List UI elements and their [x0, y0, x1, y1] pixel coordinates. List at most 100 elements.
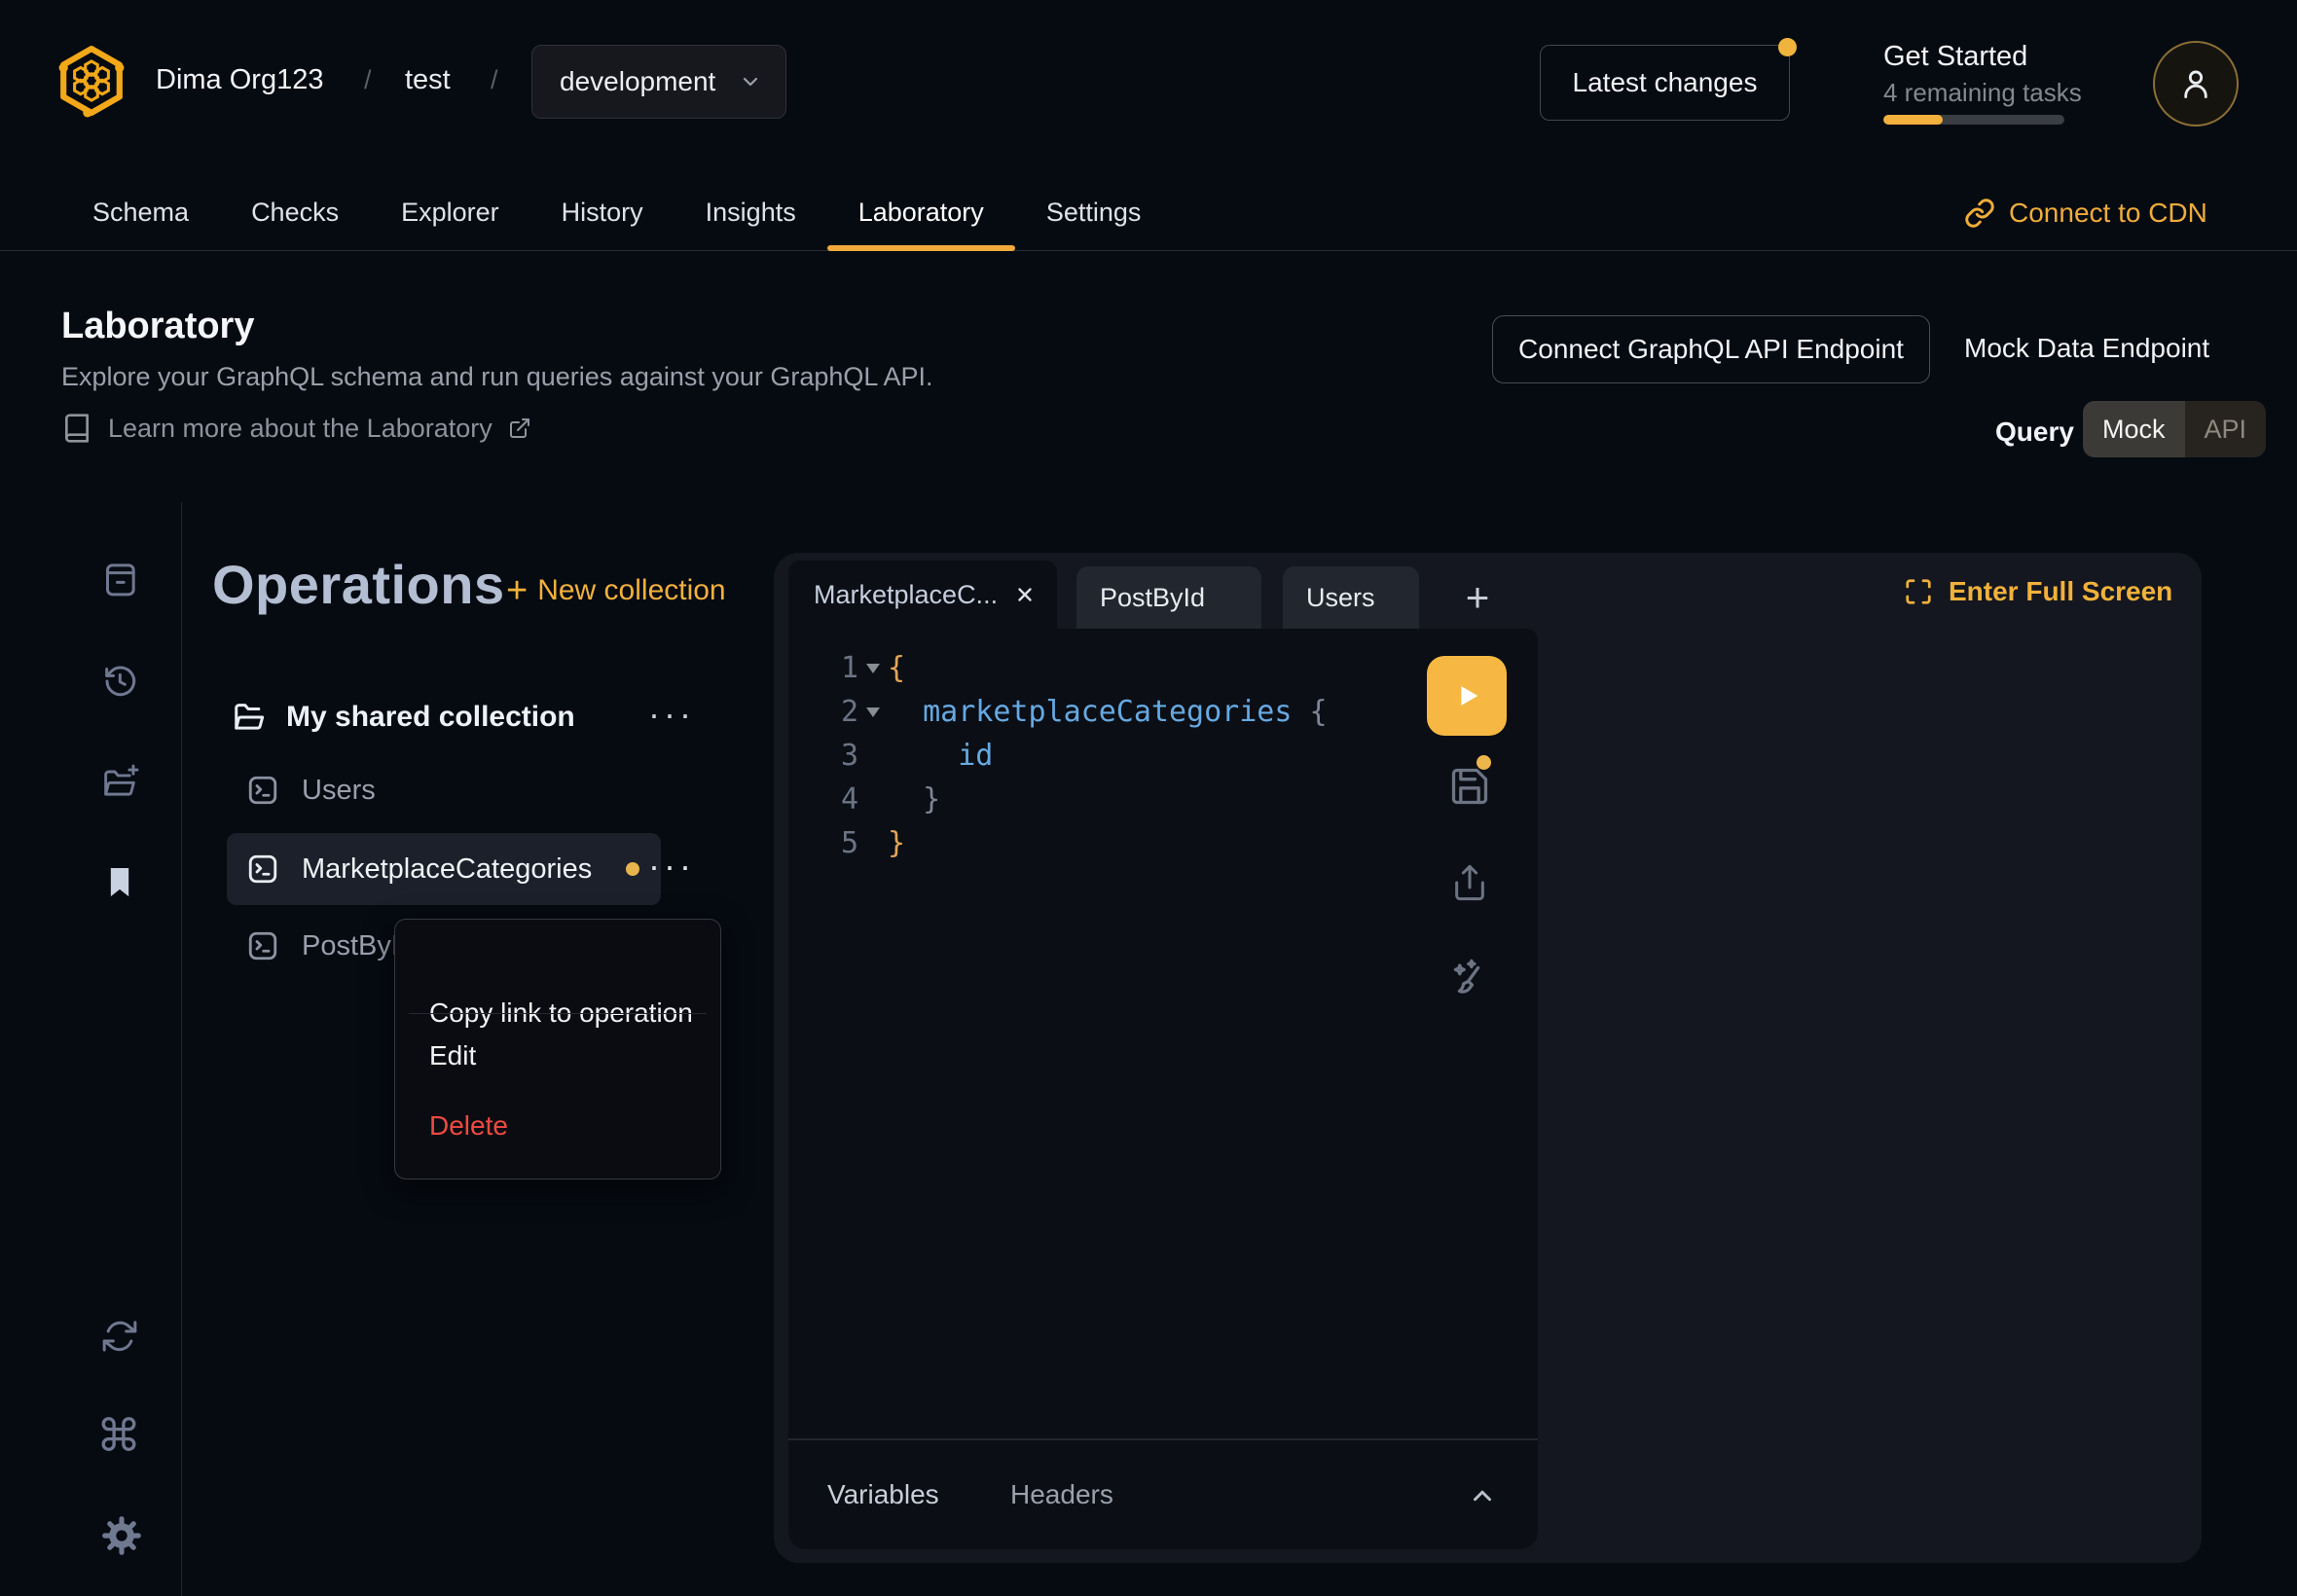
- operation-menu-button[interactable]: ···: [648, 849, 695, 884]
- play-icon: [1450, 679, 1483, 712]
- tab-laboratory[interactable]: Laboratory: [858, 175, 984, 251]
- menu-item-delete[interactable]: Delete: [429, 1110, 508, 1142]
- save-operation-button[interactable]: [1448, 765, 1491, 808]
- variables-tab[interactable]: Variables: [827, 1479, 939, 1510]
- toggle-option-mock[interactable]: Mock: [2083, 401, 2185, 457]
- saved-operations-icon[interactable]: [100, 863, 139, 902]
- operation-name: Users: [302, 775, 376, 807]
- collection-row[interactable]: My shared collection: [227, 681, 661, 753]
- page-title: Laboratory: [61, 306, 254, 347]
- collapse-panel-button[interactable]: [1468, 1481, 1497, 1510]
- line-number: 4: [788, 778, 858, 821]
- keyboard-shortcuts-icon[interactable]: ⌘: [96, 1409, 141, 1462]
- link-icon: [1964, 198, 1995, 229]
- code-token: id: [888, 739, 993, 773]
- tab-settings[interactable]: Settings: [1046, 175, 1142, 251]
- editor-tab-marketplace[interactable]: MarketplaceC...: [788, 561, 1057, 629]
- add-collection-icon[interactable]: [100, 762, 141, 803]
- connect-to-cdn-link[interactable]: Connect to CDN: [1964, 175, 2207, 251]
- latest-changes-label: Latest changes: [1573, 67, 1758, 98]
- editor-tab-label: MarketplaceC...: [814, 580, 998, 610]
- breadcrumb-graph[interactable]: test: [405, 64, 451, 96]
- documentation-icon[interactable]: [100, 560, 139, 598]
- mock-data-endpoint-button[interactable]: Mock Data Endpoint: [1964, 315, 2209, 381]
- get-started-progress: [1883, 115, 2064, 125]
- editor-tab-label: PostById: [1100, 583, 1205, 613]
- code-token: }: [888, 782, 940, 816]
- editor-footer-divider: [788, 1438, 1538, 1440]
- query-mode-toggle[interactable]: Mock API: [2083, 401, 2266, 457]
- line-number: 3: [788, 734, 858, 778]
- run-query-button[interactable]: [1427, 656, 1507, 736]
- enter-fullscreen-button[interactable]: Enter Full Screen: [1904, 576, 2172, 607]
- operation-history-icon[interactable]: [100, 662, 139, 701]
- page-description: Explore your GraphQL schema and run quer…: [61, 362, 932, 392]
- mock-data-endpoint-label: Mock Data Endpoint: [1964, 333, 2209, 364]
- chevron-down-icon: [739, 70, 762, 93]
- get-started-title[interactable]: Get Started: [1883, 41, 2027, 73]
- editor-tab-label: Users: [1306, 583, 1375, 613]
- tab-insights[interactable]: Insights: [706, 175, 796, 251]
- editor-tab-postbyid[interactable]: PostById: [1076, 566, 1261, 629]
- line-number: 2: [788, 690, 858, 734]
- settings-gear-icon[interactable]: [100, 1514, 143, 1557]
- operation-context-menu: Copy link to operation Edit Delete: [394, 919, 721, 1179]
- tab-schema[interactable]: Schema: [92, 175, 189, 251]
- app-logo-icon[interactable]: [56, 43, 127, 119]
- breadcrumb-org[interactable]: Dima Org123: [156, 64, 323, 96]
- connect-graphql-endpoint-button[interactable]: Connect GraphQL API Endpoint: [1492, 315, 1930, 383]
- enter-fullscreen-label: Enter Full Screen: [1949, 576, 2172, 607]
- code-line: 3 id: [788, 734, 1328, 778]
- rail-divider: [181, 502, 182, 1596]
- operation-name: MarketplaceCategories: [302, 853, 592, 886]
- headers-tab[interactable]: Headers: [1010, 1479, 1113, 1510]
- code-token: marketplaceCategories: [888, 695, 1292, 729]
- new-tab-button[interactable]: +: [1448, 566, 1507, 629]
- collection-menu-button[interactable]: ···: [648, 697, 695, 732]
- learn-more-label: Learn more about the Laboratory: [108, 414, 492, 444]
- new-collection-label: New collection: [537, 574, 725, 607]
- person-icon: [2177, 65, 2214, 102]
- user-avatar[interactable]: [2153, 41, 2239, 127]
- code-line: 2 marketplaceCategories {: [788, 690, 1328, 734]
- tab-explorer[interactable]: Explorer: [401, 175, 499, 251]
- book-icon: [61, 413, 92, 444]
- connect-graphql-endpoint-label: Connect GraphQL API Endpoint: [1518, 334, 1904, 365]
- code-token: {: [888, 651, 905, 685]
- get-started-progress-fill: [1883, 115, 1943, 125]
- primary-nav: Schema Checks Explorer History Insights …: [0, 175, 2297, 251]
- prettify-query-button[interactable]: [1446, 956, 1491, 1000]
- latest-changes-button[interactable]: Latest changes: [1540, 45, 1790, 121]
- variant-selector[interactable]: development: [531, 45, 786, 119]
- operation-item-marketplace-categories[interactable]: MarketplaceCategories: [227, 833, 661, 905]
- tab-checks[interactable]: Checks: [251, 175, 339, 251]
- operations-title: Operations: [212, 553, 505, 616]
- editor-tab-users[interactable]: Users: [1283, 566, 1419, 629]
- folder-open-icon: [232, 699, 269, 736]
- chevron-up-icon: [1468, 1481, 1497, 1510]
- code-token: {: [1292, 695, 1327, 729]
- operation-item-users[interactable]: Users: [227, 754, 661, 826]
- plus-icon: +: [506, 572, 528, 609]
- toggle-option-api[interactable]: API: [2185, 401, 2267, 457]
- fold-toggle-icon[interactable]: [858, 707, 888, 717]
- fold-toggle-icon[interactable]: [858, 664, 888, 673]
- line-number: 1: [788, 646, 858, 690]
- tab-history[interactable]: History: [562, 175, 643, 251]
- refresh-schema-icon[interactable]: [100, 1317, 139, 1356]
- share-operation-button[interactable]: [1450, 863, 1489, 902]
- unsaved-changes-dot: [1477, 755, 1491, 770]
- query-code[interactable]: 1 { 2 marketplaceCategories { 3 id 4 } 5…: [788, 646, 1328, 865]
- menu-item-edit[interactable]: Edit: [429, 1040, 476, 1071]
- code-line: 5 }: [788, 821, 1328, 865]
- close-icon[interactable]: [1014, 584, 1036, 605]
- operation-icon: [245, 852, 280, 887]
- new-collection-button[interactable]: + New collection: [506, 572, 726, 609]
- code-line: 1 {: [788, 646, 1328, 690]
- operation-icon: [245, 773, 280, 808]
- unsaved-changes-dot: [626, 862, 639, 876]
- get-started-subtitle: 4 remaining tasks: [1883, 78, 2082, 108]
- learn-more-link[interactable]: Learn more about the Laboratory: [61, 413, 531, 444]
- breadcrumb-separator: /: [364, 65, 372, 95]
- operation-icon: [245, 928, 280, 963]
